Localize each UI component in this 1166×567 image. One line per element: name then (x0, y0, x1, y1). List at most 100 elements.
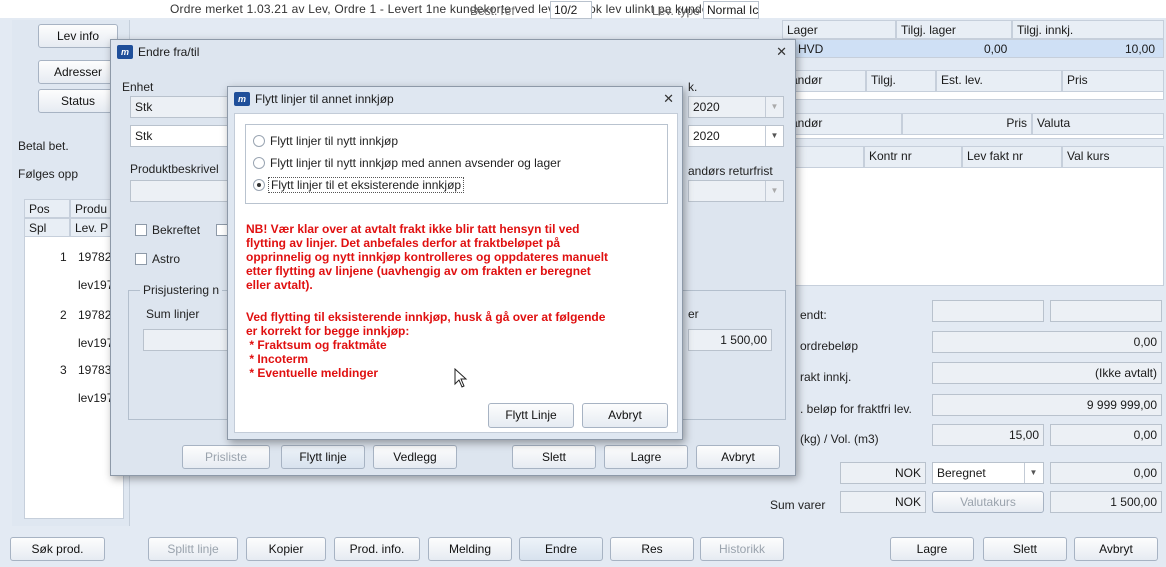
vedlegg-button[interactable]: Vedlegg (373, 445, 457, 469)
lagre-button[interactable]: Lagre (890, 537, 974, 561)
row1-pos: 1 (60, 250, 67, 264)
splitt-linje-button[interactable]: Splitt linje (148, 537, 238, 561)
endre-button[interactable]: Endre (519, 537, 603, 561)
frakt-method-value: Beregnet (937, 466, 986, 480)
ordrebelop-label: ordrebeløp (800, 339, 859, 353)
lines-grid (24, 199, 124, 519)
dialog-slett-button[interactable]: Slett (512, 445, 596, 469)
close-icon[interactable]: ✕ (663, 91, 674, 107)
sum-varer-label: Sum varer (770, 498, 826, 512)
lev-info-button[interactable]: Lev info (38, 24, 118, 48)
row3-prod[interactable]: 19783 (78, 363, 111, 377)
flytt-linje-button[interactable]: Flytt linje (281, 445, 365, 469)
prisliste-button[interactable]: Prisliste (182, 445, 270, 469)
row1-prod[interactable]: 19782 (78, 250, 111, 264)
sok-prod-button[interactable]: Søk prod. (10, 537, 105, 561)
endre-titlebar: m Endre fra/til ✕ (111, 40, 795, 64)
historikk-button[interactable]: Historikk (700, 537, 784, 561)
adresser-button[interactable]: Adresser (38, 60, 118, 84)
lager-row-name: HVD (798, 42, 824, 56)
er-label: er (688, 307, 699, 321)
dialog-avbryt-button[interactable]: Avbryt (696, 445, 780, 469)
faktura-header-lev-fakt: Lev fakt nr (962, 146, 1062, 168)
date-input-2-value: 2020 (693, 129, 720, 143)
lev-header-pris: Pris (1062, 70, 1164, 92)
astro-checkbox[interactable] (135, 253, 147, 265)
close-icon[interactable]: ✕ (776, 44, 787, 60)
prod-info-button[interactable]: Prod. info. (334, 537, 420, 561)
sendt-input-2 (1050, 300, 1162, 322)
app-logo-icon: m (234, 92, 250, 106)
lager-row-tilgj-innkj: 10,00 (1125, 42, 1156, 56)
avbryt-button[interactable]: Avbryt (1074, 537, 1158, 561)
lev-type-input[interactable]: Normal Ic (703, 1, 759, 19)
astro-label: Astro (152, 252, 181, 266)
k-label: k. (688, 80, 698, 94)
folges-opp-label: Følges opp (18, 167, 79, 181)
enhet-input-1[interactable]: Stk (130, 96, 240, 118)
lager-header-tilgj-innkj: Tilgj. innkj. (1012, 20, 1164, 39)
prisjustering-label: Prisjustering n (140, 283, 223, 297)
chevron-down-icon[interactable]: ▼ (765, 181, 783, 201)
enhet-input-2[interactable]: Stk (130, 125, 240, 147)
lager-header-tilgj-lager: Tilgj. lager (896, 20, 1012, 39)
flytt-titlebar: m Flytt linjer til annet innkjøp ✕ (228, 87, 682, 111)
option-annen-avsender-label[interactable]: Flytt linjer til nytt innkjøp med annen … (270, 156, 561, 170)
valutakurs-button[interactable]: Valutakurs (932, 491, 1044, 513)
dialog-lagre-button[interactable]: Lagre (604, 445, 688, 469)
row2-pos: 2 (60, 308, 67, 322)
sendt-label: endt: (800, 308, 827, 322)
row3-lev[interactable]: lev197 (78, 391, 113, 405)
chevron-down-icon[interactable]: ▼ (765, 126, 783, 146)
option-nytt-label[interactable]: Flytt linjer til nytt innkjøp (270, 134, 398, 148)
eksisterende-warning-text: Ved flytting til eksisterende innkjøp, h… (246, 310, 606, 380)
option-annen-avsender-radio[interactable] (253, 157, 265, 169)
flytt-linje-confirm-button[interactable]: Flytt Linje (488, 403, 574, 428)
grid-header-spl: Spl (24, 218, 70, 237)
chevron-down-icon[interactable]: ▼ (1024, 463, 1042, 483)
bekreftet-label: Bekreftet (152, 223, 201, 237)
lev-type-label: Lev. type (652, 4, 700, 18)
row2-prod[interactable]: 19782 (78, 308, 111, 322)
option-eksisterende-label[interactable]: Flytt linjer til et eksisterende innkjøp (268, 177, 465, 193)
frakt-innkj-value: (Ikke avtalt) (932, 362, 1162, 384)
best-ref-label: Best. ref (470, 4, 515, 18)
kopier-button[interactable]: Kopier (246, 537, 326, 561)
sum-varer-currency: NOK (840, 491, 926, 513)
lager-row[interactable] (782, 39, 1164, 58)
mouse-cursor-icon (454, 368, 468, 388)
best-ref-input[interactable]: 10/2 (550, 1, 592, 19)
melding-button[interactable]: Melding (428, 537, 512, 561)
row2-lev[interactable]: lev197 (78, 336, 113, 350)
frakt-innkj-label: rakt innkj. (800, 370, 852, 384)
lager-row-tilgj-lager: 0,00 (984, 42, 1008, 56)
enhet-label: Enhet (122, 80, 154, 94)
sum-value: 1 500,00 (688, 329, 772, 351)
sum-linjer-label: Sum linjer (146, 307, 200, 321)
option-eksisterende-radio[interactable] (253, 179, 265, 191)
flytt-title: Flytt linjer til annet innkjøp (255, 92, 394, 106)
app-logo-icon: m (117, 45, 133, 59)
slett-button[interactable]: Slett (983, 537, 1067, 561)
flytt-avbryt-button[interactable]: Avbryt (582, 403, 668, 428)
kg-vol-label: (kg) / Vol. (m3) (800, 432, 879, 446)
lev2-header-randor: randør (782, 113, 902, 135)
lager-header-lager: Lager (782, 20, 896, 39)
bekreftet-checkbox[interactable] (135, 224, 147, 236)
kg-value: 15,00 (932, 424, 1044, 446)
vol-value: 0,00 (1050, 424, 1162, 446)
chevron-down-icon[interactable]: ▼ (765, 97, 783, 117)
sum-varer-value: 1 500,00 (1050, 491, 1162, 513)
endre-title: Endre fra/til (138, 45, 200, 59)
frakt-currency: NOK (840, 462, 926, 484)
frakt-value: 0,00 (1050, 462, 1162, 484)
option-nytt-radio[interactable] (253, 135, 265, 147)
fraktfri-label: . beløp for fraktfri lev. (800, 402, 912, 416)
sendt-input-1 (932, 300, 1044, 322)
produktbeskrivelse-input[interactable] (130, 180, 240, 202)
status-button[interactable]: Status (38, 89, 118, 113)
row1-lev[interactable]: lev197 (78, 278, 113, 292)
grid-header-pos: Pos (24, 199, 70, 218)
produktbeskrivelse-label: Produktbeskrivel (130, 162, 219, 176)
res-button[interactable]: Res (610, 537, 694, 561)
